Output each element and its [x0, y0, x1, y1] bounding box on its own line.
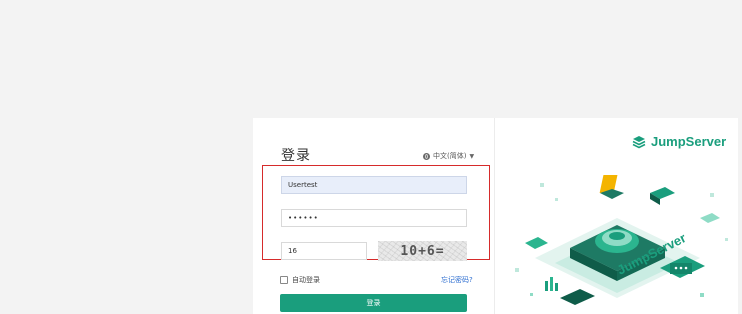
username-input[interactable]: Usertest	[281, 176, 467, 194]
isometric-illustration: JumpServer	[515, 175, 728, 305]
page-title: 登录	[281, 148, 311, 164]
jumpserver-logo-icon	[632, 135, 646, 148]
brand-logo: JumpServer	[632, 134, 726, 149]
language-label: 中文(简体)	[433, 152, 467, 160]
password-input[interactable]: ••••••	[281, 209, 467, 227]
login-card: 登录 中文(简体) ▼ Usertest •••••• 16 10+6= 自动登…	[253, 118, 738, 314]
divider	[494, 118, 495, 314]
login-button[interactable]: 登录	[280, 294, 467, 312]
chevron-down-icon: ▼	[469, 152, 475, 160]
language-selector[interactable]: 中文(简体) ▼	[423, 151, 474, 161]
forgot-password-link[interactable]: 忘记密码?	[441, 275, 473, 285]
brand-name: JumpServer	[651, 134, 727, 149]
remember-label: 自动登录	[292, 276, 320, 284]
captcha-image[interactable]: 10+6=	[378, 241, 467, 261]
captcha-text: 10+6=	[400, 243, 445, 259]
checkbox-icon[interactable]	[280, 276, 288, 284]
globe-icon	[423, 152, 430, 160]
captcha-input[interactable]: 16	[281, 242, 367, 260]
remember-me[interactable]: 自动登录	[280, 275, 320, 285]
